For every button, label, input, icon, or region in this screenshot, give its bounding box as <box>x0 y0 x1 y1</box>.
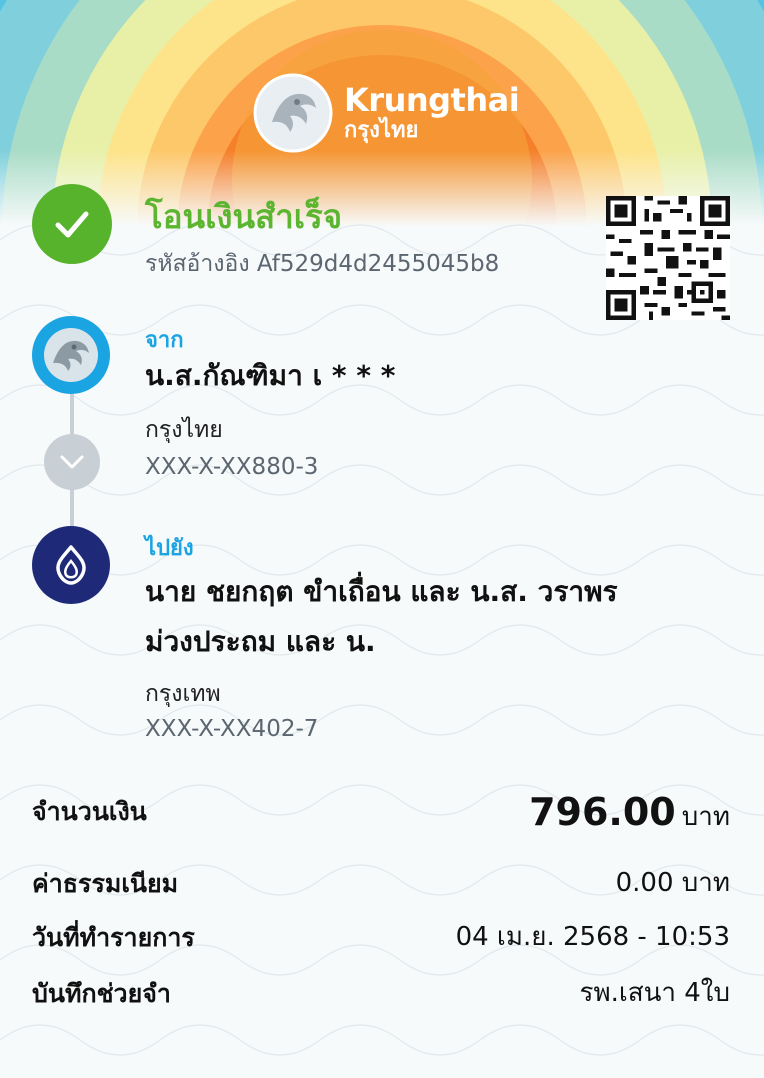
amount-unit: บาท <box>681 802 730 832</box>
logo-text-th: กรุงไทย <box>344 118 419 143</box>
amount-label: จำนวนเงิน <box>32 797 147 826</box>
fee-label: ค่าธรรมเนียม <box>32 869 179 898</box>
krungthai-bird-icon <box>253 73 333 153</box>
to-account: XXX-X-XX402-7 <box>145 716 319 742</box>
reference-number: รหัสอ้างอิง Af529d4d2455045b8 <box>145 251 500 277</box>
from-bank: กรุงไทย <box>145 417 223 443</box>
from-name: น.ส.กัณฑิมา เ * * * <box>145 359 396 392</box>
logo-text-en: Krungthai <box>344 81 520 119</box>
to-bank-avatar <box>32 526 110 604</box>
amount-value-row: 796.00 บาท <box>529 790 730 837</box>
krungthai-logo-icon <box>44 328 98 382</box>
krungthai-logo: Krungthai กรุงไทย <box>252 72 520 154</box>
success-badge <box>32 184 112 264</box>
to-label: ไปยัง <box>145 536 194 561</box>
flow-connector-top <box>70 394 74 436</box>
from-account: XXX-X-XX880-3 <box>145 454 319 480</box>
flow-connector-bottom <box>70 488 74 528</box>
memo-value: รพ.เสนา 4ใบ <box>579 978 730 1008</box>
bangkok-bank-logo-icon <box>56 545 86 585</box>
qr-code-icon[interactable] <box>606 196 730 320</box>
to-name-line2: ม่วงประถม และ น. <box>145 625 376 658</box>
fee-value: 0.00 บาท <box>615 868 730 898</box>
to-name-line1: นาย ชยกฤต ขำเถื่อน และ น.ส. วราพร <box>145 575 618 608</box>
status-title: โอนเงินสำเร็จ <box>145 197 343 236</box>
to-bank: กรุงเทพ <box>145 681 221 707</box>
chevron-down-icon <box>60 455 84 469</box>
amount-value: 796.00 <box>529 790 676 834</box>
check-icon <box>55 211 89 238</box>
from-bank-avatar <box>32 316 110 394</box>
date-label: วันที่ทำรายการ <box>32 923 195 952</box>
flow-arrow <box>44 434 100 490</box>
memo-label: บันทึกช่วยจำ <box>32 979 171 1008</box>
date-value: 04 เม.ย. 2568 - 10:53 <box>455 922 730 952</box>
